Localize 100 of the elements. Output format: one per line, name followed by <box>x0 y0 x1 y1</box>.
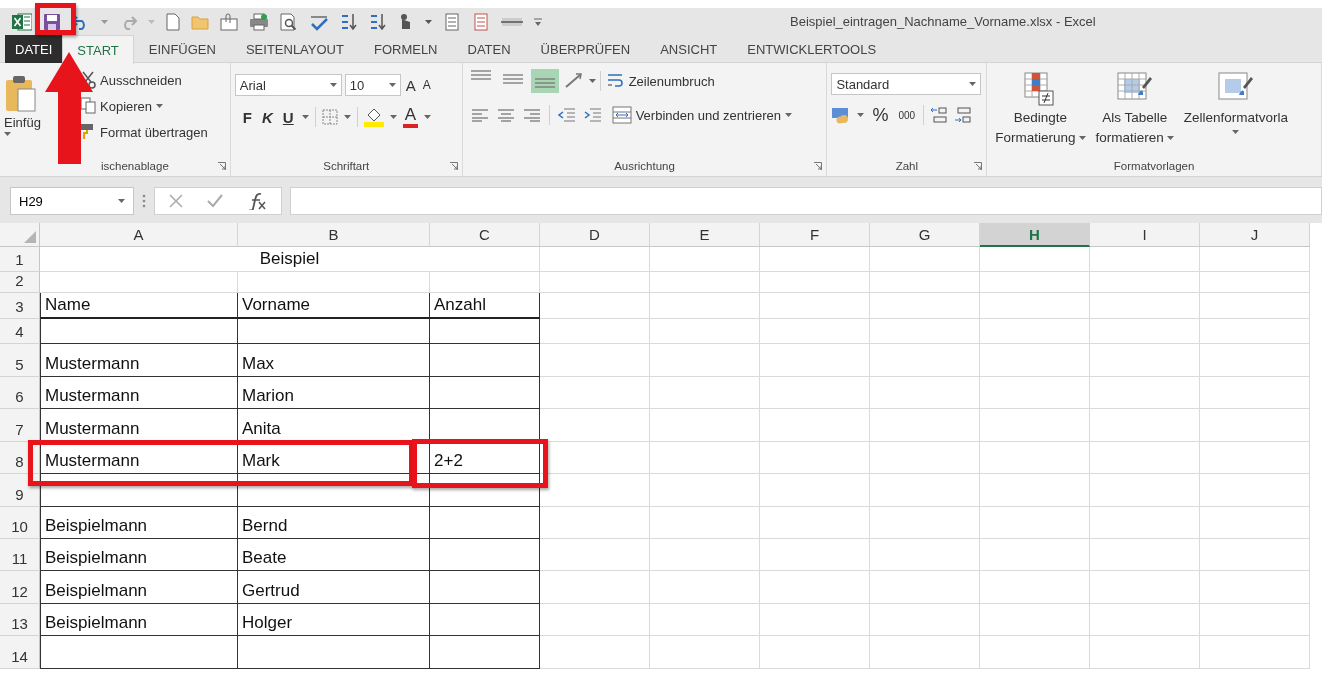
strikethrough-icon[interactable] <box>501 16 523 27</box>
new-document-icon[interactable] <box>166 12 180 31</box>
caret-icon[interactable] <box>301 115 309 119</box>
caret-icon[interactable] <box>156 104 164 108</box>
row-header[interactable]: 1 <box>0 247 40 272</box>
column-header[interactable]: J <box>1200 223 1310 247</box>
formula-input[interactable] <box>290 187 1322 215</box>
font-name-dropdown[interactable]: Arial <box>234 74 342 96</box>
caret-icon[interactable] <box>784 113 792 117</box>
row-header[interactable]: 5 <box>0 344 40 377</box>
caret-icon[interactable] <box>1166 136 1174 140</box>
caret-icon[interactable] <box>588 79 596 83</box>
column-header[interactable]: F <box>760 223 870 247</box>
styles-gallery-button[interactable]: Bedingte Formatierung <box>991 69 1090 156</box>
caret-icon[interactable] <box>4 132 11 136</box>
ribbon-tab[interactable]: FORMELN <box>358 35 453 63</box>
scissors-icon[interactable] <box>80 71 96 89</box>
ribbon-tab[interactable]: ÜBERPRÜFEN <box>525 35 646 63</box>
row-header[interactable]: 4 <box>0 319 40 344</box>
column-header[interactable]: I <box>1090 223 1200 247</box>
row-header[interactable]: 6 <box>0 377 40 409</box>
caret-icon[interactable] <box>424 115 432 119</box>
caret-icon[interactable] <box>329 83 337 87</box>
row-header[interactable]: 11 <box>0 539 40 571</box>
number-format-dropdown[interactable]: Standard <box>831 73 982 95</box>
shrink-font-button[interactable]: A <box>420 74 433 96</box>
printer-icon[interactable] <box>249 12 269 31</box>
sort-ascending-icon[interactable] <box>340 12 358 31</box>
percent-button[interactable]: % <box>870 104 891 126</box>
caret-icon[interactable] <box>389 115 397 119</box>
insert-function-icon[interactable] <box>247 192 267 210</box>
form-icon[interactable] <box>443 12 461 31</box>
merge-center-button[interactable]: Verbinden und zentrieren <box>609 104 794 126</box>
align-left-icon[interactable] <box>470 108 489 122</box>
column-header[interactable]: C <box>430 223 540 247</box>
column-header[interactable]: A <box>40 223 238 247</box>
column-header[interactable]: G <box>870 223 980 247</box>
align-center-icon[interactable] <box>496 108 515 122</box>
increase-indent-icon[interactable] <box>583 108 602 122</box>
row-header[interactable]: 12 <box>0 571 40 604</box>
clipboard-command[interactable]: Ausschneiden <box>98 67 184 93</box>
caret-icon[interactable] <box>118 199 125 203</box>
column-header[interactable]: D <box>540 223 650 247</box>
cancel-icon[interactable] <box>169 194 183 208</box>
row-header[interactable]: 14 <box>0 636 40 669</box>
caret-icon[interactable] <box>425 19 432 24</box>
thousands-separator-button[interactable]: 000 <box>896 104 918 126</box>
caret-icon[interactable] <box>1078 136 1086 140</box>
row-header[interactable]: 7 <box>0 409 40 442</box>
clipboard-command[interactable]: Format übertragen <box>98 119 210 145</box>
spreadsheet-logo-icon[interactable] <box>12 12 32 31</box>
file-tab[interactable]: DATEI <box>5 35 63 63</box>
caret-icon[interactable] <box>388 83 396 87</box>
ribbon-tab[interactable]: ENTWICKLERTOOLS <box>732 35 892 63</box>
dialog-launcher-icon[interactable] <box>974 162 983 170</box>
styles-gallery-button[interactable]: Als Tabelle formatieren <box>1091 69 1178 156</box>
mail-attachment-icon[interactable] <box>220 12 238 31</box>
align-right-icon[interactable] <box>522 108 541 122</box>
decrease-decimal-icon[interactable] <box>954 106 973 124</box>
font-size-dropdown[interactable]: 10 <box>344 74 401 96</box>
ribbon-tab[interactable]: DATEN <box>452 35 526 63</box>
form-icon[interactable] <box>472 12 490 31</box>
format-painter-icon[interactable] <box>80 123 96 141</box>
ribbon-tab[interactable]: ANSICHT <box>645 35 733 63</box>
dialog-launcher-icon[interactable] <box>449 162 458 170</box>
italic-button[interactable]: K <box>260 106 275 128</box>
ribbon-tab[interactable]: EINFÜGEN <box>133 35 231 63</box>
borders-icon[interactable] <box>321 109 338 125</box>
styles-gallery-button[interactable]: Zellenformatvorla <box>1179 69 1293 156</box>
bold-button[interactable]: F <box>240 106 254 128</box>
dialog-launcher-icon[interactable] <box>217 162 226 170</box>
paste-button[interactable]: Einfüg <box>4 67 44 156</box>
row-header[interactable]: 3 <box>0 293 40 319</box>
increase-decimal-icon[interactable] <box>930 106 949 124</box>
copy-icon[interactable] <box>80 97 96 115</box>
underline-button[interactable]: U <box>280 106 296 128</box>
wrap-text-button[interactable]: Zeilenumbruch <box>604 70 717 92</box>
caret-icon[interactable] <box>1232 130 1240 134</box>
ribbon-tab[interactable]: START <box>62 35 134 64</box>
confirm-icon[interactable] <box>207 194 223 208</box>
name-box[interactable]: H29 <box>10 187 134 215</box>
align-bottom-icon[interactable] <box>530 69 559 93</box>
fill-color-icon[interactable] <box>363 107 384 127</box>
column-header[interactable]: E <box>650 223 760 247</box>
more-options-icon[interactable] <box>142 194 146 208</box>
row-header[interactable]: 13 <box>0 604 40 636</box>
ribbon-tab[interactable]: SEITENLAYOUT <box>230 35 359 63</box>
decrease-indent-icon[interactable] <box>557 108 576 122</box>
sort-descending-icon[interactable] <box>369 12 387 31</box>
font-color-button[interactable]: A <box>402 106 419 128</box>
dialog-launcher-icon[interactable] <box>814 162 823 170</box>
grow-font-button[interactable]: A <box>403 74 418 96</box>
customize-menu-icon[interactable] <box>534 17 542 26</box>
save-icon[interactable] <box>43 12 61 31</box>
print-preview-icon[interactable] <box>280 12 298 31</box>
row-header[interactable]: 10 <box>0 507 40 539</box>
clipboard-command[interactable]: Kopieren <box>98 93 166 119</box>
row-header[interactable]: 9 <box>0 474 40 507</box>
row-header[interactable]: 2 <box>0 272 40 293</box>
column-header[interactable]: H <box>980 223 1090 247</box>
